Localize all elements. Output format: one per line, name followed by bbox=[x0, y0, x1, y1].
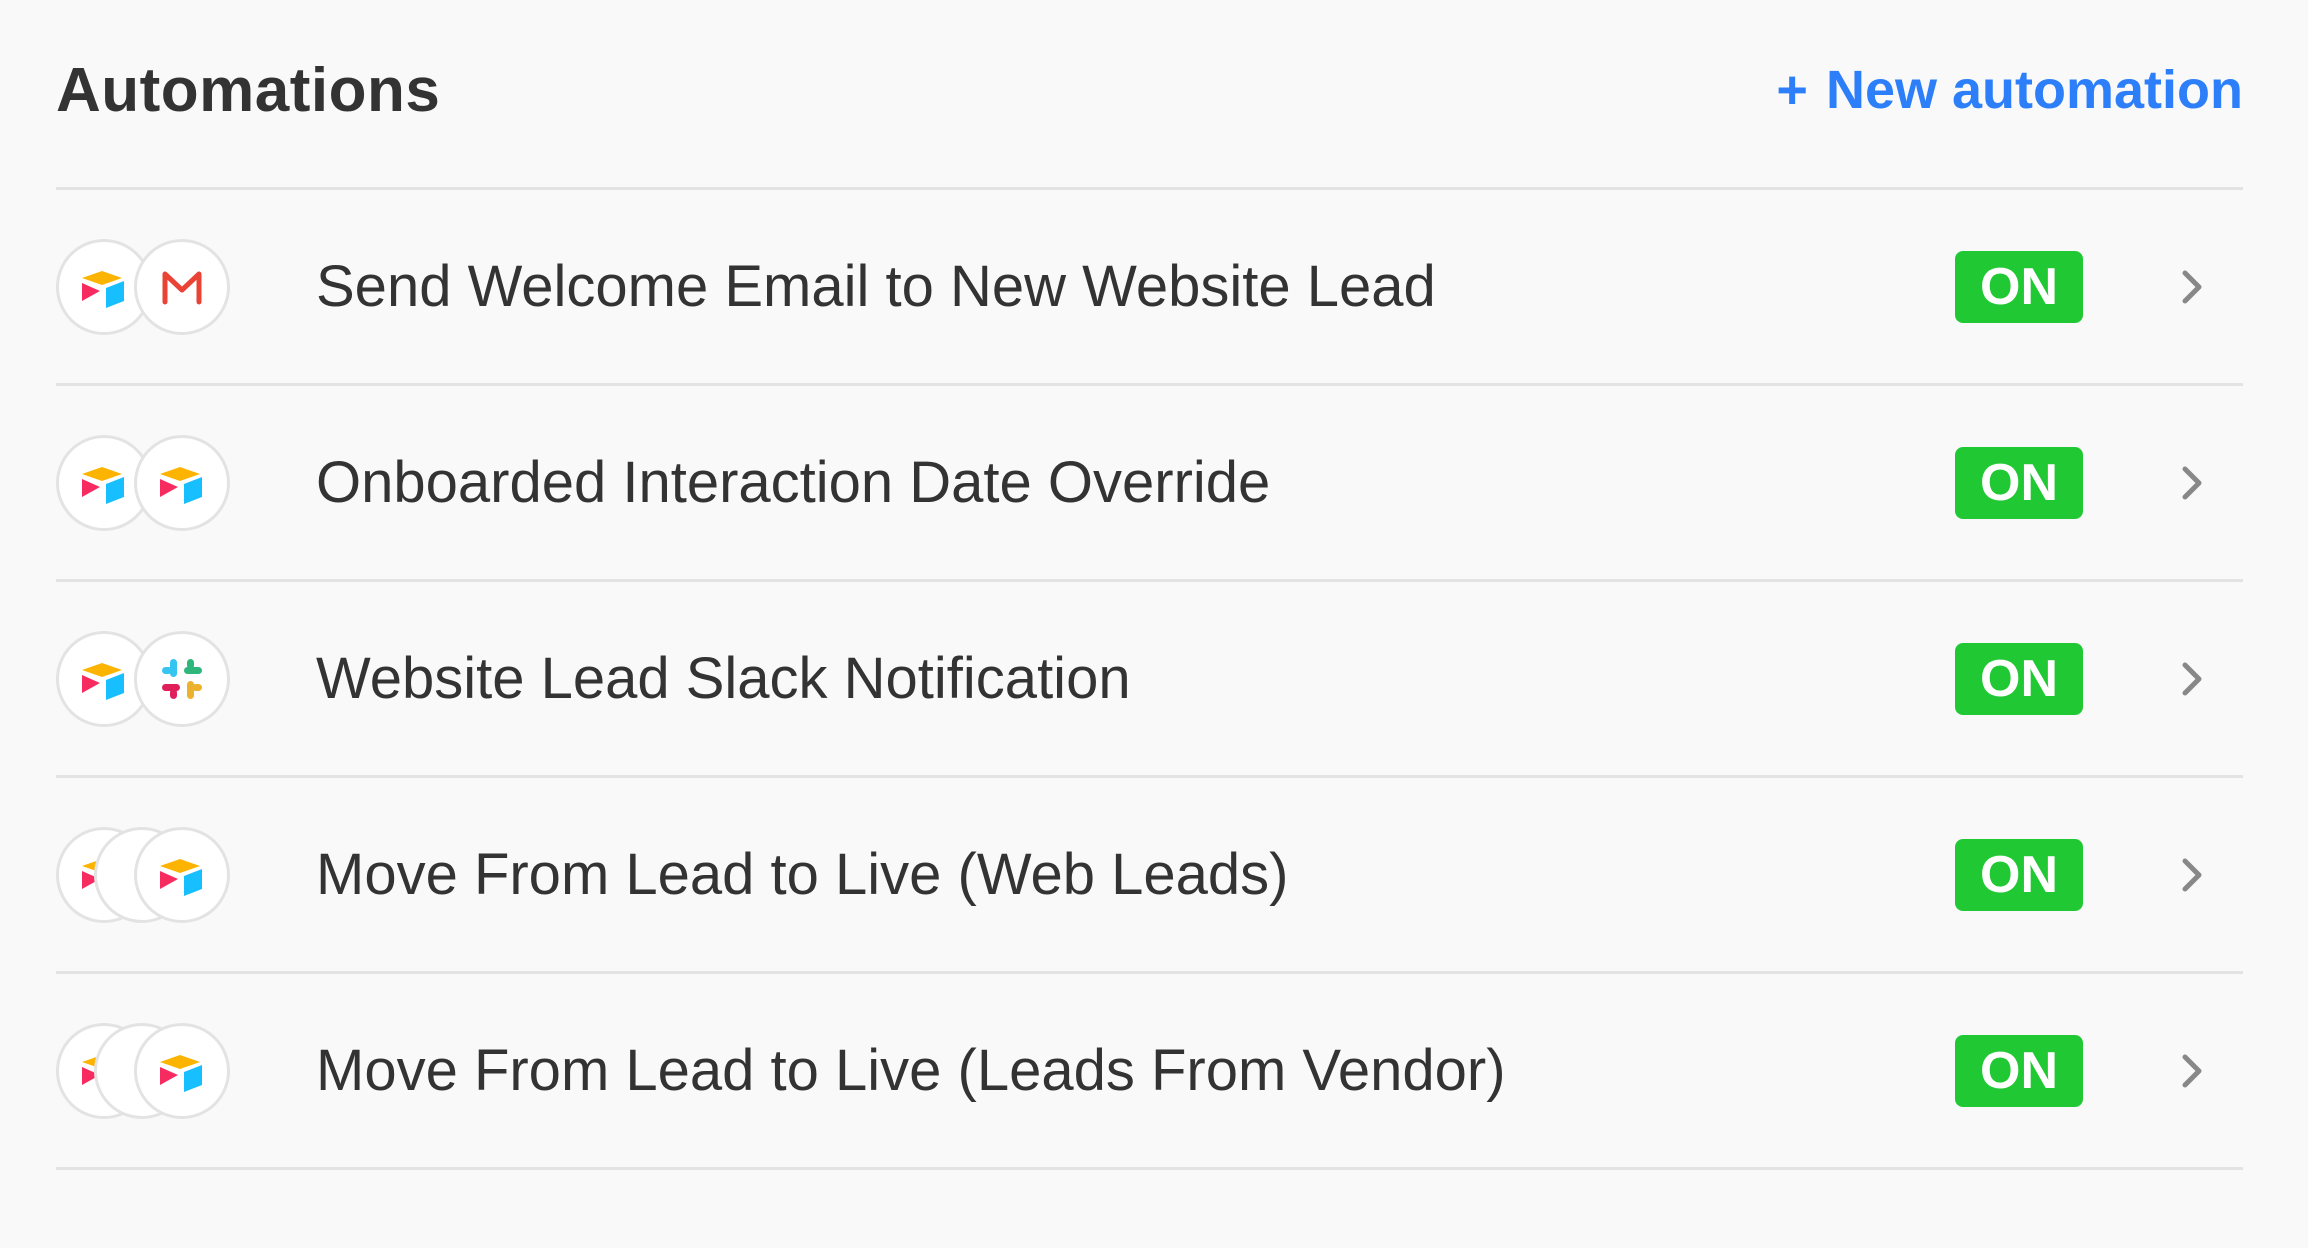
status-toggle[interactable]: ON bbox=[1955, 446, 2083, 519]
chevron-right-icon[interactable] bbox=[2161, 257, 2221, 317]
status-toggle[interactable]: ON bbox=[1955, 642, 2083, 715]
gmail-icon bbox=[134, 238, 230, 335]
status-toggle[interactable]: ON bbox=[1955, 1034, 2083, 1107]
plus-icon: + bbox=[1776, 60, 1808, 120]
automation-name: Send Welcome Email to New Website Lead bbox=[316, 254, 1436, 319]
automation-name: Move From Lead to Live (Leads From Vendo… bbox=[316, 1038, 1506, 1103]
status-toggle[interactable]: ON bbox=[1955, 838, 2083, 911]
automations-panel: Automations + New automation Send Welcom… bbox=[0, 0, 2308, 1248]
integration-icons bbox=[56, 826, 230, 923]
automation-row[interactable]: Move From Lead to Live (Web Leads) ON bbox=[56, 778, 2243, 974]
slack-icon bbox=[134, 630, 230, 727]
automation-name: Move From Lead to Live (Web Leads) bbox=[316, 842, 1289, 907]
automation-row[interactable]: Website Lead Slack Notification ON bbox=[56, 582, 2243, 778]
automation-name: Website Lead Slack Notification bbox=[316, 646, 1131, 711]
integration-icons bbox=[56, 238, 230, 335]
automation-row[interactable]: Onboarded Interaction Date Override ON bbox=[56, 386, 2243, 582]
integration-icons bbox=[56, 1022, 230, 1119]
automation-list: Send Welcome Email to New Website Lead O… bbox=[56, 190, 2243, 1170]
chevron-right-icon[interactable] bbox=[2161, 453, 2221, 513]
chevron-right-icon[interactable] bbox=[2161, 649, 2221, 709]
new-automation-button[interactable]: + New automation bbox=[1776, 59, 2243, 121]
integration-icons bbox=[56, 434, 230, 531]
chevron-right-icon[interactable] bbox=[2161, 845, 2221, 905]
automation-row[interactable]: Send Welcome Email to New Website Lead O… bbox=[56, 190, 2243, 386]
automation-row[interactable]: Move From Lead to Live (Leads From Vendo… bbox=[56, 974, 2243, 1170]
status-toggle[interactable]: ON bbox=[1955, 250, 2083, 323]
page-title: Automations bbox=[56, 55, 441, 125]
airtable-icon bbox=[134, 1022, 230, 1119]
panel-header: Automations + New automation bbox=[56, 40, 2243, 140]
new-automation-label: New automation bbox=[1825, 60, 2243, 120]
airtable-icon bbox=[134, 826, 230, 923]
chevron-right-icon[interactable] bbox=[2161, 1041, 2221, 1101]
integration-icons bbox=[56, 630, 230, 727]
automation-name: Onboarded Interaction Date Override bbox=[316, 450, 1271, 515]
airtable-icon bbox=[134, 434, 230, 531]
